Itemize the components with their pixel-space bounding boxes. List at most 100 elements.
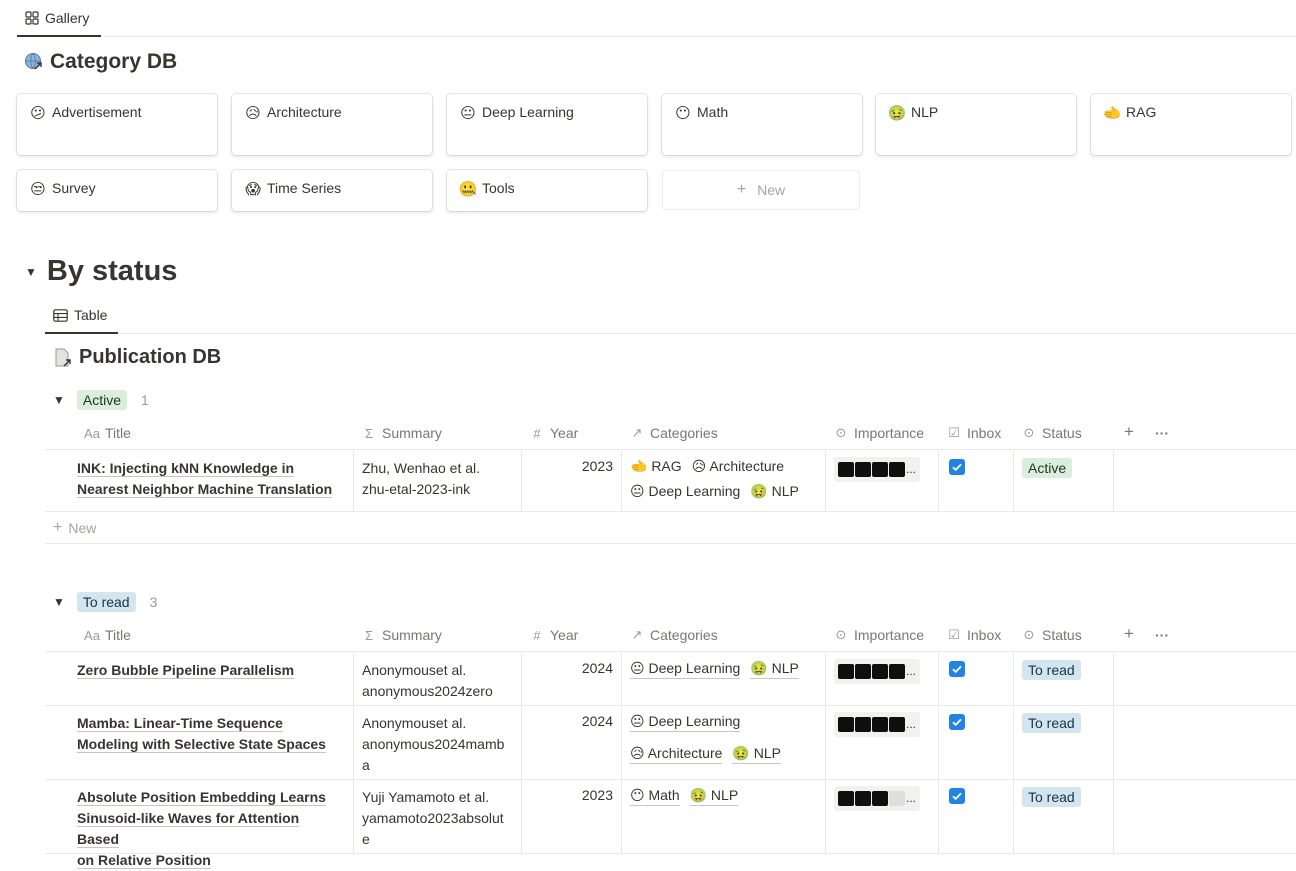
column-importance[interactable]: ⊙ Importance: [834, 627, 925, 643]
column-status[interactable]: ⊙ Status: [1022, 627, 1082, 643]
more-options-icon[interactable]: ···: [1155, 627, 1169, 643]
cell-status[interactable]: To read: [1014, 706, 1114, 779]
cell-importance[interactable]: ...: [826, 706, 939, 779]
cell-year[interactable]: 2023: [522, 780, 622, 853]
select-circle-icon: ⊙: [835, 425, 847, 440]
by-status-heading[interactable]: ▼ By status: [25, 255, 177, 288]
cell-title[interactable]: Absolute Position Embedding Learns Sinuso…: [45, 780, 354, 869]
column-summary[interactable]: Σ Summary: [362, 627, 442, 643]
category-tag-nlp[interactable]: 🤢 NLP: [689, 786, 739, 806]
table-row[interactable]: Mamba: Linear-Time Sequence Modeling with…: [45, 706, 1296, 780]
cell-inbox[interactable]: [939, 780, 1014, 853]
category-tag-deep-learning[interactable]: 😐 Deep Learning: [630, 659, 741, 679]
category-tag-rag[interactable]: 🫲 RAG: [630, 457, 682, 476]
category-card-architecture[interactable]: 😥 Architecture: [232, 94, 432, 155]
category-card-deep-learning[interactable]: 😐 Deep Learning: [447, 94, 647, 155]
category-tag-nlp[interactable]: 🤢 NLP: [750, 482, 799, 501]
cell-year[interactable]: 2024: [522, 706, 622, 779]
column-inbox[interactable]: ☑ Inbox: [947, 425, 1001, 441]
group-toggle-icon[interactable]: ▼: [53, 393, 65, 407]
zipper-mouth-face-icon: 🤐: [458, 181, 478, 198]
category-tag-architecture[interactable]: 😥 Architecture: [692, 457, 784, 476]
category-card-advertisement[interactable]: 😕 Advertisement: [17, 94, 217, 155]
category-card-tools[interactable]: 🤐 Tools: [447, 170, 647, 211]
tab-gallery[interactable]: Gallery: [25, 8, 89, 28]
tab-table[interactable]: Table: [53, 305, 107, 325]
formula-icon: Σ: [364, 627, 374, 643]
category-db-title[interactable]: Category DB: [24, 50, 177, 74]
category-card-nlp[interactable]: 🤢 NLP: [876, 94, 1076, 155]
category-tag-deep-learning[interactable]: 😐 Deep Learning: [630, 482, 740, 501]
importance-rating: ...: [834, 786, 921, 811]
view-tab-bar: Gallery: [17, 0, 1296, 37]
status-circle-icon: ⊙: [1023, 627, 1035, 642]
new-card-button[interactable]: + New: [662, 170, 860, 210]
inbox-checkbox[interactable]: [949, 714, 965, 730]
cell-inbox[interactable]: [939, 451, 1014, 511]
cell-importance[interactable]: ...: [826, 653, 939, 705]
cell-categories[interactable]: 😐 Deep Learning 🤢 NLP: [622, 653, 826, 705]
cell-year[interactable]: 2024: [522, 653, 622, 705]
column-title[interactable]: Aa Title: [84, 425, 131, 441]
hand-icon: 🫲: [1102, 105, 1122, 122]
cell-importance[interactable]: ...: [826, 451, 939, 511]
cell-title[interactable]: Zero Bubble Pipeline Parallelism: [45, 653, 354, 705]
inbox-checkbox[interactable]: [949, 661, 965, 677]
column-inbox[interactable]: ☑ Inbox: [947, 627, 1001, 643]
importance-rating: ...: [834, 712, 921, 737]
linked-page-icon: [55, 348, 71, 366]
column-header-row: Aa Title Σ Summary # Year ↗ Categories ⊙ Impo…: [45, 618, 1296, 652]
add-column-button[interactable]: +: [1124, 624, 1134, 644]
inbox-checkbox[interactable]: [949, 788, 965, 804]
more-options-icon[interactable]: ···: [1155, 425, 1169, 441]
category-card-rag[interactable]: 🫲 RAG: [1091, 94, 1291, 155]
category-tag-architecture[interactable]: 😥 Architecture: [630, 744, 723, 764]
new-row-button[interactable]: + New: [45, 512, 1296, 544]
category-tag-math[interactable]: 😶 Math: [630, 786, 680, 806]
column-title[interactable]: Aa Title: [84, 627, 131, 643]
category-tag-nlp[interactable]: 🤢 NLP: [750, 659, 799, 679]
table-row[interactable]: INK: Injecting kNN Knowledge in Nearest …: [45, 451, 1296, 512]
cell-inbox[interactable]: [939, 706, 1014, 779]
category-card-survey[interactable]: 😒 Survey: [17, 170, 217, 211]
add-column-button[interactable]: +: [1124, 422, 1134, 442]
card-label: Architecture: [267, 104, 342, 120]
tab-table-label: Table: [74, 307, 108, 323]
cell-summary[interactable]: Zhu, Wenhao et al. zhu-etal-2023-ink: [354, 451, 522, 511]
table-row[interactable]: Absolute Position Embedding Learns Sinuso…: [45, 780, 1296, 869]
text-property-icon: Aa: [84, 425, 100, 441]
cell-categories[interactable]: 😶 Math 🤢 NLP: [622, 780, 826, 853]
cell-inbox[interactable]: [939, 653, 1014, 705]
cell-status[interactable]: To read: [1014, 653, 1114, 705]
cell-title[interactable]: INK: Injecting kNN Knowledge in Nearest …: [45, 451, 354, 511]
column-importance[interactable]: ⊙ Importance: [834, 425, 925, 441]
cell-status[interactable]: Active: [1014, 451, 1114, 511]
column-categories[interactable]: ↗ Categories: [630, 627, 718, 643]
cell-importance[interactable]: ...: [826, 780, 939, 853]
table-row[interactable]: Zero Bubble Pipeline Parallelism Anonymo…: [45, 653, 1296, 706]
group-header-active[interactable]: ▼ Active 1: [53, 390, 149, 410]
relation-arrow-icon: ↗: [631, 425, 643, 440]
group-toggle-icon[interactable]: ▼: [53, 595, 65, 609]
group-header-to-read[interactable]: ▼ To read 3: [53, 592, 157, 612]
column-year[interactable]: # Year: [530, 425, 578, 441]
category-tag-nlp[interactable]: 🤢 NLP: [732, 744, 781, 764]
cell-categories[interactable]: 🫲 RAG 😥 Architecture 😐 Deep Learning 🤢 N…: [622, 451, 826, 511]
category-tag-deep-learning[interactable]: 😐 Deep Learning: [630, 712, 741, 732]
inbox-checkbox[interactable]: [949, 459, 965, 475]
cell-summary[interactable]: Anonymouset al. anonymous2024mamb a: [354, 706, 522, 779]
cell-summary[interactable]: Anonymouset al. anonymous2024zero: [354, 653, 522, 705]
category-card-time-series[interactable]: 😱 Time Series: [232, 170, 432, 211]
cell-status[interactable]: To read: [1014, 780, 1114, 853]
column-categories[interactable]: ↗ Categories: [630, 425, 718, 441]
cell-year[interactable]: 2023: [522, 451, 622, 511]
publication-db-title[interactable]: Publication DB: [53, 346, 221, 369]
cell-title[interactable]: Mamba: Linear-Time Sequence Modeling with…: [45, 706, 354, 779]
toggle-triangle-icon[interactable]: ▼: [25, 265, 37, 279]
cell-summary[interactable]: Yuji Yamamoto et al. yamamoto2023absolut e: [354, 780, 522, 853]
category-card-math[interactable]: 😶 Math: [662, 94, 862, 155]
cell-categories[interactable]: 😐 Deep Learning 😥 Architecture 🤢 NLP: [622, 706, 826, 779]
column-summary[interactable]: Σ Summary: [362, 425, 442, 441]
column-year[interactable]: # Year: [530, 627, 578, 643]
column-status[interactable]: ⊙ Status: [1022, 425, 1082, 441]
